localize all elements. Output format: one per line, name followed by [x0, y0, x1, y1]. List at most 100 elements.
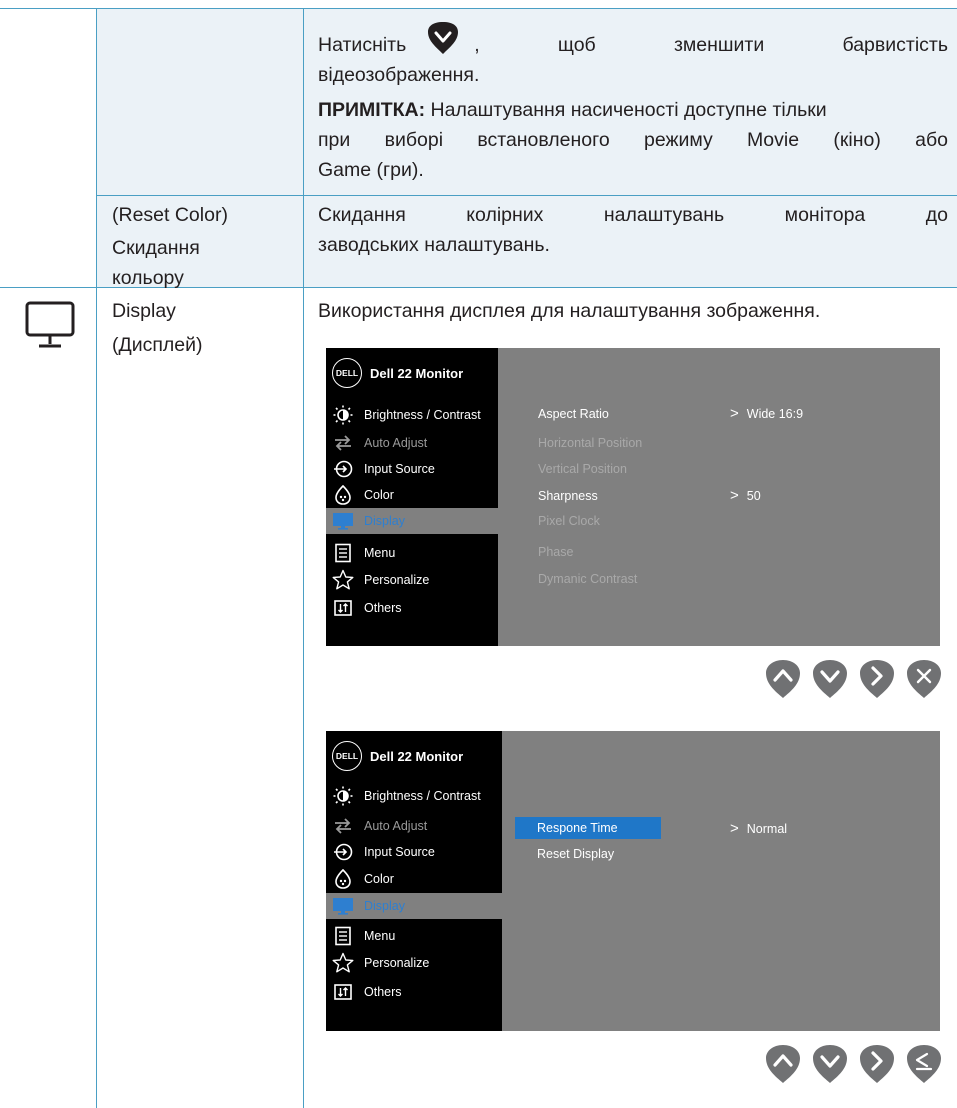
osd-menu-menu[interactable]: Menu — [326, 540, 498, 566]
text: Wide 16:9 — [746, 407, 804, 421]
display-name: Display (Дисплей) — [112, 296, 203, 360]
text: Menu — [364, 546, 396, 560]
text: колірних — [466, 204, 544, 226]
osd-menu-panel: DELL Dell 22 Monitor Brightness / Contra… — [326, 731, 502, 1031]
osd-menu-color[interactable]: Color — [326, 482, 498, 508]
input-source-icon — [332, 841, 354, 863]
osd-item-reset-display[interactable]: Reset Display — [537, 847, 614, 861]
down-button-icon[interactable] — [811, 659, 849, 699]
chevron-right-icon: > — [730, 487, 739, 504]
text: Використання дисплея для налаштування зо… — [318, 300, 821, 322]
text: Brightness / Contrast — [364, 789, 481, 803]
text: Input Source — [364, 845, 435, 859]
osd-menu-display[interactable]: Display — [326, 893, 502, 919]
text: зменшити — [673, 34, 765, 56]
auto-adjust-icon — [332, 815, 354, 837]
text: Others — [364, 985, 402, 999]
others-icon — [332, 597, 354, 619]
osd-item-response-time[interactable]: Respone Time — [515, 817, 661, 839]
text: , — [474, 34, 480, 56]
osd-menu-brightness[interactable]: Brightness / Contrast — [326, 783, 498, 809]
osd-item-dynamic-contrast: Dymanic Contrast — [538, 572, 638, 586]
osd-item-vertical-position: Vertical Position — [538, 462, 627, 476]
close-button-icon[interactable] — [905, 659, 943, 699]
down-arrow-button-icon — [428, 22, 459, 54]
text: Game (гри). — [318, 159, 424, 181]
osd-menu-auto-adjust[interactable]: Auto Adjust — [326, 430, 498, 456]
auto-adjust-icon — [332, 432, 354, 454]
osd-title: Dell 22 Monitor — [370, 365, 464, 381]
text: налаштувань — [603, 204, 725, 226]
text: до — [925, 204, 948, 226]
back-button-icon[interactable] — [905, 1044, 943, 1084]
text: (Дисплей) — [112, 334, 203, 356]
dell-logo: DELL — [332, 741, 362, 771]
menu-icon — [332, 542, 354, 564]
text: Натисніть — [318, 34, 407, 56]
osd-menu-color[interactable]: Color — [326, 866, 498, 892]
osd-title: Dell 22 Monitor — [370, 748, 464, 764]
osd-menu-menu[interactable]: Menu — [326, 923, 498, 949]
osd-menu-others[interactable]: Others — [326, 595, 498, 621]
dell-logo: DELL — [332, 358, 362, 388]
text: (Reset Color) — [112, 204, 228, 226]
down-button-icon[interactable] — [811, 1044, 849, 1084]
text: Others — [364, 601, 402, 615]
text: відеозображення. — [318, 64, 480, 86]
text: Color — [364, 872, 394, 886]
osd-item-sharpness[interactable]: Sharpness — [538, 489, 598, 503]
osd-menu-auto-adjust[interactable]: Auto Adjust — [326, 813, 498, 839]
right-button-icon[interactable] — [858, 659, 896, 699]
osd-menu-input-source[interactable]: Input Source — [326, 839, 498, 865]
osd-item-aspect-ratio[interactable]: Aspect Ratio — [538, 407, 609, 421]
text: при виборі встановленого режиму Movie (к… — [318, 129, 948, 151]
others-icon — [332, 981, 354, 1003]
brightness-icon — [332, 785, 354, 807]
osd-menu-panel: DELL Dell 22 Monitor Brightness / Contra… — [326, 348, 498, 646]
text: Color — [364, 488, 394, 502]
text: Auto Adjust — [364, 436, 428, 450]
star-icon — [332, 569, 354, 591]
osd-menu-display[interactable]: Display — [326, 508, 498, 534]
text: 50 — [746, 489, 761, 503]
saturation-description: Натисніть , щоб зменшити барвистість від… — [318, 22, 948, 185]
osd-screen-1: DELL Dell 22 Monitor Brightness / Contra… — [326, 348, 940, 646]
osd-item-horizontal-position: Horizontal Position — [538, 436, 643, 450]
text: Personalize — [364, 956, 430, 970]
osd-menu-personalize[interactable]: Personalize — [326, 950, 498, 976]
text: Normal — [746, 822, 788, 836]
display-description: Використання дисплея для налаштування зо… — [318, 296, 948, 326]
input-source-icon — [332, 458, 354, 480]
up-button-icon[interactable] — [764, 1044, 802, 1084]
text: Menu — [364, 929, 396, 943]
menu-icon — [332, 925, 354, 947]
osd-menu-brightness[interactable]: Brightness / Contrast — [326, 402, 498, 428]
osd-menu-input-source[interactable]: Input Source — [326, 456, 498, 482]
text: Auto Adjust — [364, 819, 428, 833]
reset-color-description: Скидання колірних налаштувань монітора д… — [318, 200, 948, 260]
up-button-icon[interactable] — [764, 659, 802, 699]
text: Display — [364, 514, 405, 528]
osd-screen-2: DELL Dell 22 Monitor Brightness / Contra… — [326, 731, 940, 1031]
reset-color-name: (Reset Color) Скидання кольору — [112, 200, 228, 293]
osd-menu-others[interactable]: Others — [326, 979, 498, 1005]
display-icon — [332, 895, 354, 917]
table-col-line-1 — [96, 8, 97, 1108]
text: Скидання — [112, 237, 200, 259]
chevron-right-icon: > — [730, 405, 739, 422]
right-button-icon[interactable] — [858, 1044, 896, 1084]
table-rule-top — [0, 8, 957, 9]
text: кольору — [112, 267, 184, 289]
osd-menu-personalize[interactable]: Personalize — [326, 567, 498, 593]
text: Налаштування насиченості доступне тільки — [425, 99, 827, 121]
text: Input Source — [364, 462, 435, 476]
osd-value-response-time: > Normal — [730, 820, 787, 837]
text: Personalize — [364, 573, 430, 587]
osd-item-phase: Phase — [538, 545, 574, 559]
text: Display — [364, 899, 405, 913]
text: щоб — [557, 34, 596, 56]
table-col-line-2 — [303, 8, 304, 1108]
table-rule-reset-color — [97, 195, 957, 196]
osd-value-sharpness: >50 — [730, 487, 761, 504]
chevron-right-icon: > — [730, 820, 739, 837]
